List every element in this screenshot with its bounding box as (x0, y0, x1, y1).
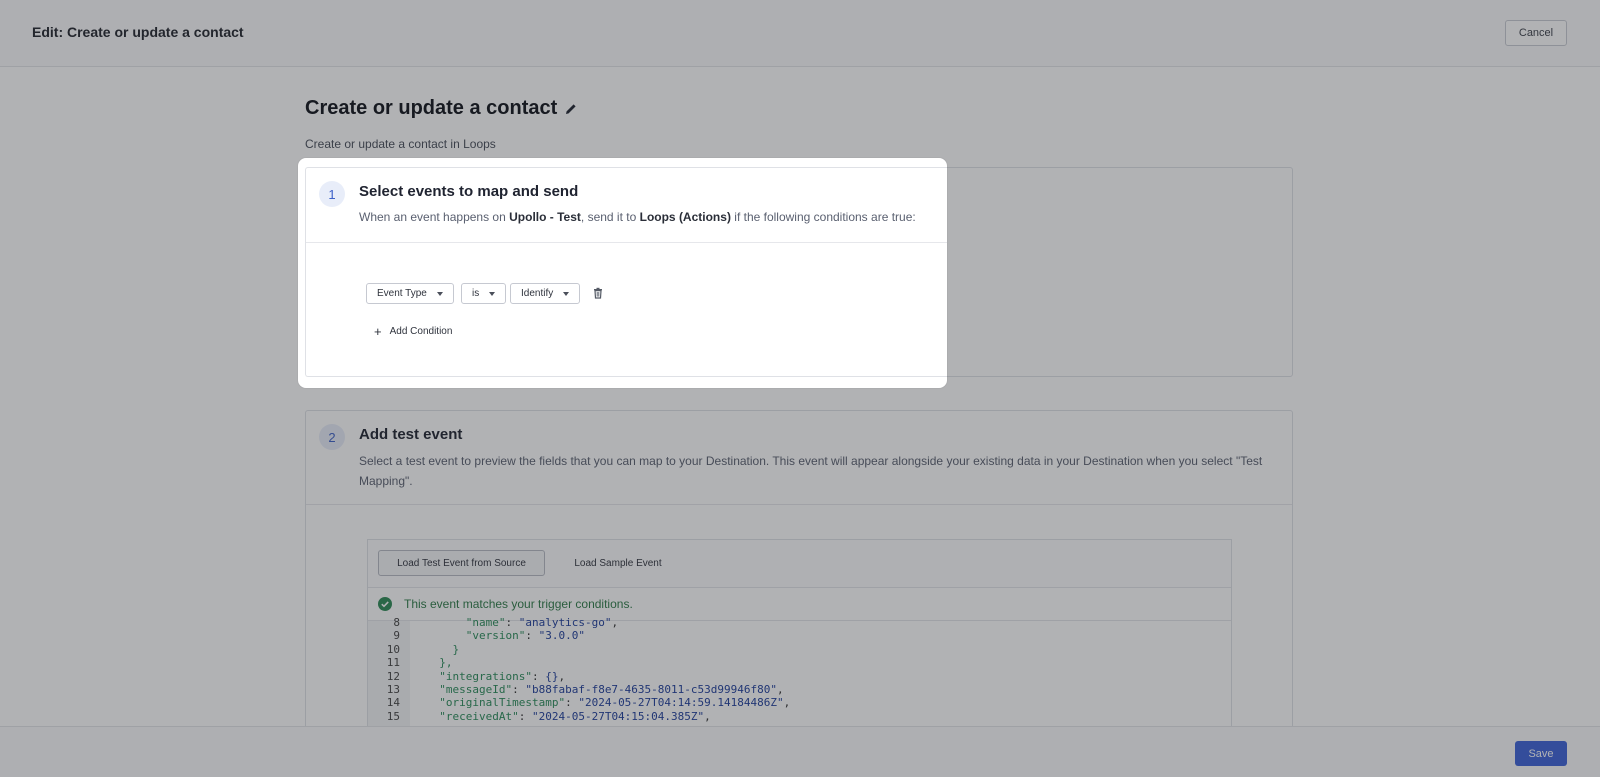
line-number: 15 (386, 709, 400, 723)
json-value: "2024-05-27T04:15:04.385Z" (531, 709, 705, 723)
code-text: "name": "analytics-go", (426, 616, 618, 630)
json-value: "3.0.0" (538, 629, 585, 643)
line-number: 12 (386, 669, 400, 683)
json-punctuation: , (783, 696, 791, 710)
test-event-tabs: Load Test Event from Source Load Sample … (368, 540, 1231, 588)
code-text: }, (426, 656, 453, 670)
check-circle-icon (378, 597, 392, 611)
json-key: "name" (426, 616, 506, 629)
pencil-icon[interactable] (565, 103, 577, 115)
code-text: "receivedAt": "2024-05-27T04:15:04.385Z"… (426, 710, 711, 724)
line-number: 9 (393, 629, 400, 643)
source-name: Upollo - Test (509, 210, 581, 224)
step-1-desc-mid: , send it to (580, 210, 640, 224)
json-punctuation: , (558, 669, 566, 683)
destination-name: Loops (Actions) (639, 210, 731, 224)
step-1-spotlight: 1 Select events to map and send When an … (298, 158, 947, 388)
json-key: "messageId" (426, 683, 513, 696)
json-value: "2024-05-27T04:14:59.14184486Z" (578, 696, 784, 710)
chevron-down-icon (563, 291, 570, 296)
step-1-divider (306, 242, 947, 243)
json-key: } (426, 642, 460, 656)
step-2-card: 2 Add test event Select a test event to … (305, 410, 1293, 732)
step-2-description-line2: Mapping". (359, 474, 413, 488)
step-2-badge: 2 (319, 424, 345, 450)
line-number: 8 (393, 616, 400, 629)
test-event-panel: Load Test Event from Source Load Sample … (367, 539, 1232, 732)
cancel-button[interactable]: Cancel (1505, 20, 1567, 46)
code-line: 8 "name": "analytics-go", (368, 616, 1231, 630)
json-punctuation: , (704, 709, 711, 723)
save-button[interactable]: Save (1515, 741, 1567, 766)
condition-field-select[interactable]: Event Type (366, 283, 454, 304)
condition-operator-select[interactable]: is (461, 283, 507, 304)
add-condition-button[interactable]: + Add Condition (374, 323, 453, 339)
mapping-description: Create or update a contact in Loops (305, 137, 496, 151)
step-1-desc-prefix: When an event happens on (359, 210, 510, 224)
step-2-description-line1: Select a test event to preview the field… (359, 454, 1263, 468)
step-1-description: When an event happens on Upollo - Test, … (359, 207, 916, 227)
trash-icon[interactable] (592, 287, 604, 299)
json-separator: : (505, 616, 519, 629)
step-1-badge: 1 (319, 181, 345, 207)
condition-value-select[interactable]: Identify (510, 283, 581, 304)
code-text: "integrations": {}, (426, 670, 565, 684)
json-separator: : (565, 696, 579, 710)
step-1-desc-suffix: if the following conditions are true: (730, 210, 916, 224)
json-separator: : (531, 669, 546, 683)
json-separator: : (518, 709, 532, 723)
json-key: "integrations" (426, 669, 532, 683)
code-line: 9 "version": "3.0.0" (368, 629, 1231, 643)
mapping-heading: Create or update a contact (305, 97, 577, 120)
step-2-description: Select a test event to preview the field… (359, 451, 1269, 491)
json-value: "b88fabaf-f8e7-4635-8011-c53d99946f80" (525, 683, 778, 696)
code-text: } (426, 643, 459, 657)
step-1-card: 1 Select events to map and send When an … (305, 167, 947, 377)
json-value: "analytics-go" (518, 616, 612, 629)
chevron-down-icon (489, 291, 496, 296)
condition-field-value: Event Type (377, 288, 427, 299)
json-key: "originalTimestamp" (426, 696, 566, 710)
line-number: 13 (386, 683, 400, 696)
trigger-match-text: This event matches your trigger conditio… (404, 597, 633, 611)
line-number: 11 (386, 656, 400, 670)
condition-value-text: Identify (521, 288, 554, 299)
json-punctuation: , (611, 616, 619, 629)
code-line: 13 "messageId": "b88fabaf-f8e7-4635-8011… (368, 683, 1231, 697)
step-1-title: Select events to map and send (359, 183, 579, 200)
code-text: "version": "3.0.0" (426, 629, 585, 643)
json-key: }, (426, 656, 453, 670)
code-line: 12 "integrations": {}, (368, 670, 1231, 684)
json-punctuation: , (777, 683, 784, 696)
json-separator: : (512, 683, 526, 696)
condition-operator-value: is (472, 288, 480, 299)
tab-load-test-event[interactable]: Load Test Event from Source (378, 550, 545, 576)
top-bar: Edit: Create or update a contact Cancel (0, 0, 1600, 67)
plus-icon: + (374, 323, 382, 339)
page-header-title: Edit: Create or update a contact (32, 24, 244, 40)
add-condition-label: Add Condition (389, 326, 453, 337)
json-separator: : (525, 629, 539, 643)
line-number: 14 (386, 696, 400, 710)
code-line: 14 "originalTimestamp": "2024-05-27T04:1… (368, 696, 1231, 710)
mapping-title: Create or update a contact (305, 97, 558, 119)
code-text: "originalTimestamp": "2024-05-27T04:14:5… (426, 696, 790, 710)
json-value: {} (545, 669, 559, 683)
code-line: 11 }, (368, 656, 1231, 670)
event-json-viewer[interactable]: 8 "name": "analytics-go", 9 "version": "3… (368, 616, 1231, 732)
code-text: "messageId": "b88fabaf-f8e7-4635-8011-c5… (426, 683, 784, 697)
step-2-divider (306, 504, 1292, 505)
line-number: 10 (386, 642, 400, 656)
json-key: "receivedAt" (426, 709, 519, 723)
tab-load-sample-event[interactable]: Load Sample Event (558, 550, 678, 576)
chevron-down-icon (436, 291, 443, 296)
bottom-bar: Save (0, 726, 1600, 777)
code-line: 15 "receivedAt": "2024-05-27T04:15:04.38… (368, 710, 1231, 724)
json-key: "version" (426, 629, 526, 643)
code-line: 10 } (368, 643, 1231, 657)
step-2-title: Add test event (359, 426, 463, 443)
